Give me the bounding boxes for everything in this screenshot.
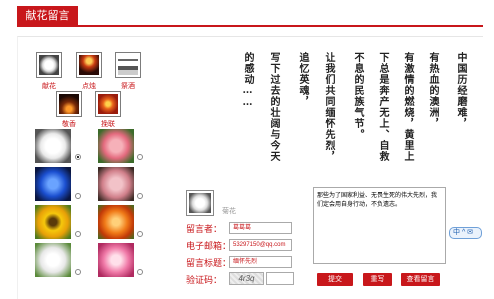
memorial-poem: 中国历经磨难， 有热血的澳洲， 有激情的燃烧，黄里上 下总是奔产无上、自救 不息… (210, 52, 468, 184)
name-field[interactable]: 葛葛葛 (229, 222, 292, 234)
offering-couplet-label: 挽联 (101, 121, 115, 128)
flower-white-lily[interactable] (35, 243, 71, 277)
offering-couplet-button[interactable] (95, 91, 121, 117)
incense-icon (59, 94, 79, 114)
title-label: 留言标题： (186, 258, 232, 268)
selected-flower-image (186, 190, 214, 216)
captcha-image[interactable]: 4r3q (229, 272, 264, 285)
email-label: 电子邮箱： (186, 241, 232, 251)
poem-line: 有激情的燃烧，黄里上 (402, 52, 413, 162)
memorial-page: 献花留言 献花 点烛 祭酒 敬香 挽联 中国历经磨难， 有热血的澳洲， 有激情的… (0, 0, 494, 299)
wine-icon (118, 55, 138, 75)
flower-pale-rose[interactable] (98, 167, 134, 201)
flower-blue-rose[interactable] (35, 167, 71, 201)
submit-button[interactable]: 提交 (317, 273, 353, 286)
poem-line: 不息的民族气节。 (352, 52, 363, 140)
offering-incense-label: 敬香 (62, 121, 76, 128)
captcha-label: 验证码： (186, 275, 223, 285)
offering-incense-button[interactable] (56, 91, 82, 117)
flower-radio[interactable] (75, 231, 81, 237)
name-label: 留言者： (186, 224, 223, 234)
flower-radio[interactable] (137, 154, 143, 160)
flower-white-chrysanthemum[interactable] (35, 129, 71, 163)
title-field[interactable]: 缅怀先烈 (229, 256, 292, 268)
flower-sunflower[interactable] (35, 205, 71, 239)
email-field[interactable]: 53297150@qq.com (229, 239, 292, 251)
flower-icon (39, 55, 59, 75)
offering-wine-label: 祭酒 (121, 83, 135, 90)
offering-candle-label: 点烛 (82, 83, 96, 90)
poem-line: 写下过去的壮阔与今天 (268, 52, 279, 162)
message-textarea[interactable]: 那些为了国家利益、无畏生死的伟大先烈，我们定会用自身行动，不负遗志。 (313, 187, 446, 264)
tab-offer-flowers[interactable]: 献花留言 (17, 6, 78, 26)
offering-candle-button[interactable] (76, 52, 102, 78)
couplet-icon (98, 94, 118, 114)
flower-radio[interactable] (137, 269, 143, 275)
rewrite-button[interactable]: 重写 (363, 273, 392, 286)
flower-radio[interactable] (75, 154, 81, 160)
offering-flower-button[interactable] (36, 52, 62, 78)
flower-pink-rose[interactable] (98, 129, 134, 163)
poem-line: 下总是奔产无上、自救 (377, 52, 388, 162)
input-method-widget[interactable]: 中 ^ ✉ (449, 227, 482, 239)
flower-radio[interactable] (137, 231, 143, 237)
poem-line: 有热血的澳洲， (427, 52, 438, 129)
poem-line: 追忆英魂， (297, 52, 308, 107)
poem-line: 的感动…… (242, 52, 253, 109)
view-messages-button[interactable]: 查看留言 (401, 273, 440, 286)
offering-flower-label: 献花 (42, 83, 56, 90)
flower-radio[interactable] (75, 193, 81, 199)
header-divider (17, 25, 483, 27)
poem-line: 中国历经磨难， (455, 52, 466, 129)
flower-radio[interactable] (137, 193, 143, 199)
selected-flower-name: 菊花 (222, 208, 236, 215)
offering-wine-button[interactable] (115, 52, 141, 78)
poem-line: 让我们共同缅怀先烈， (323, 52, 334, 162)
candle-icon (79, 55, 99, 75)
flower-pink-lily[interactable] (98, 243, 134, 277)
flower-radio[interactable] (75, 269, 81, 275)
captcha-input[interactable] (266, 272, 294, 285)
flower-orange-lily[interactable] (98, 205, 134, 239)
